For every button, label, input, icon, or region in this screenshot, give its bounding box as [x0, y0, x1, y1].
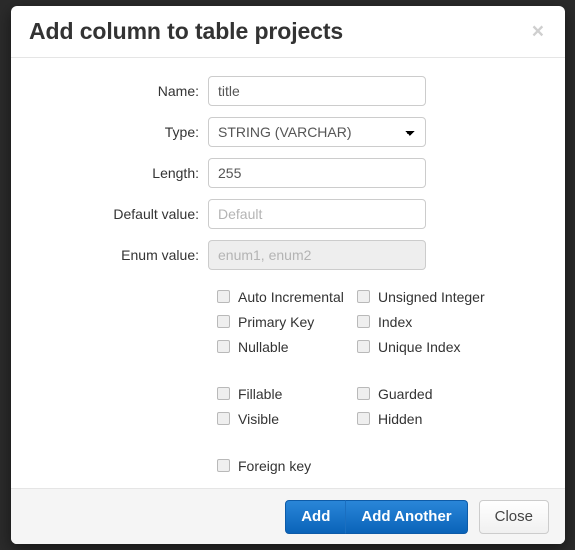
checkbox-visible[interactable]: Visible: [217, 411, 357, 427]
checkbox-unique-index[interactable]: Unique Index: [357, 339, 461, 355]
checkbox-row: Fillable Guarded: [217, 381, 565, 406]
label-type: Type:: [164, 124, 199, 140]
length-input[interactable]: [208, 158, 426, 188]
checkbox-primary-key[interactable]: Primary Key: [217, 314, 357, 330]
add-button[interactable]: Add: [285, 499, 347, 534]
checkbox-icon[interactable]: [357, 315, 370, 328]
checkbox-icon[interactable]: [357, 387, 370, 400]
checkbox-label: Hidden: [378, 410, 423, 427]
checkbox-icon[interactable]: [217, 340, 230, 353]
checkbox-icon[interactable]: [217, 412, 230, 425]
add-column-dialog: Add column to table projects × Name: Typ…: [11, 6, 565, 544]
checkbox-index[interactable]: Index: [357, 314, 412, 330]
checkbox-icon[interactable]: [357, 412, 370, 425]
name-input[interactable]: [208, 76, 426, 106]
checkbox-row: Auto Incremental Unsigned Integer: [217, 284, 565, 309]
page-title: Add column to table projects: [29, 18, 344, 44]
checkbox-label: Visible: [238, 410, 279, 427]
checkbox-row: Primary Key Index: [217, 309, 565, 334]
form-row-default-value: Default value:: [11, 199, 565, 229]
submit-button-group: Add Add Another: [285, 499, 468, 534]
dialog-body: Name: Type: STRING (VARCHAR) Length: Def…: [11, 58, 565, 488]
checkbox-icon[interactable]: [217, 315, 230, 328]
checkbox-auto-incremental[interactable]: Auto Incremental: [217, 289, 357, 305]
label-name: Name:: [157, 83, 199, 99]
checkbox-unsigned-integer[interactable]: Unsigned Integer: [357, 289, 485, 305]
checkbox-label: Unsigned Integer: [378, 288, 485, 305]
checkbox-icon[interactable]: [217, 290, 230, 303]
add-another-button[interactable]: Add Another: [345, 499, 468, 534]
checkbox-fillable[interactable]: Fillable: [217, 386, 357, 402]
checkbox-row: Nullable Unique Index: [217, 334, 565, 359]
checkbox-row: Foreign key: [217, 453, 565, 478]
checkbox-label: Fillable: [238, 385, 283, 402]
form-row-name: Name:: [11, 76, 565, 106]
checkbox-group-keys: Auto Incremental Unsigned Integer Primar…: [217, 284, 565, 359]
close-button[interactable]: Close: [478, 499, 549, 534]
label-enum-value: Enum value:: [121, 247, 199, 263]
checkbox-foreign-key[interactable]: Foreign key: [217, 458, 357, 474]
enum-value-input: [208, 240, 426, 270]
label-length: Length:: [152, 165, 199, 181]
checkbox-row: Visible Hidden: [217, 406, 565, 431]
checkbox-label: Unique Index: [378, 338, 461, 355]
close-icon[interactable]: ×: [528, 19, 548, 44]
checkbox-group-foreign: Foreign key: [217, 453, 565, 478]
checkbox-group-visibility: Fillable Guarded Visible Hidden: [217, 381, 565, 431]
checkbox-label: Index: [378, 313, 413, 330]
checkbox-label: Primary Key: [238, 313, 315, 330]
default-value-input[interactable]: [208, 199, 426, 229]
dialog-footer: Add Add Another Close: [11, 488, 565, 544]
form-row-enum-value: Enum value:: [11, 240, 565, 270]
checkbox-label: Foreign key: [238, 457, 312, 474]
checkbox-icon[interactable]: [357, 290, 370, 303]
form-row-length: Length:: [11, 158, 565, 188]
checkbox-nullable[interactable]: Nullable: [217, 339, 357, 355]
checkbox-hidden[interactable]: Hidden: [357, 411, 422, 427]
checkbox-guarded[interactable]: Guarded: [357, 386, 432, 402]
checkbox-label: Auto Incremental: [238, 288, 344, 305]
form-row-type: Type: STRING (VARCHAR): [11, 117, 565, 147]
checkbox-label: Nullable: [238, 338, 289, 355]
checkbox-icon[interactable]: [217, 459, 230, 472]
checkbox-icon[interactable]: [217, 387, 230, 400]
type-select[interactable]: STRING (VARCHAR): [208, 117, 426, 147]
checkbox-label: Guarded: [378, 385, 433, 402]
dialog-header: Add column to table projects ×: [11, 6, 565, 58]
checkbox-icon[interactable]: [357, 340, 370, 353]
label-default-value: Default value:: [113, 206, 199, 222]
